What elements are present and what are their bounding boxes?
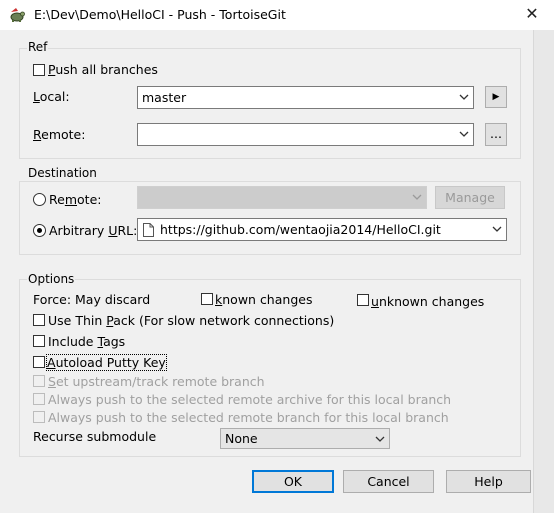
chevron-down-icon	[492, 226, 502, 232]
destination-remote-combo[interactable]	[137, 186, 427, 209]
chevron-down-icon	[459, 94, 469, 100]
unknown-changes-label[interactable]: unknown changes	[371, 294, 484, 309]
remote-browse-button[interactable]: ...	[485, 123, 507, 146]
push-all-branches-label[interactable]: Push all branches	[48, 62, 158, 77]
push-all-branches-checkbox[interactable]	[33, 64, 45, 76]
document-icon	[143, 223, 154, 237]
include-tags-label[interactable]: Include Tags	[48, 334, 125, 349]
known-changes-label[interactable]: known changes	[215, 292, 312, 307]
autoload-putty-key-checkbox[interactable]	[33, 356, 45, 368]
recurse-submodule-combo[interactable]: None	[220, 428, 390, 449]
set-upstream-checkbox[interactable]	[33, 375, 45, 387]
background-window-edge	[533, 30, 554, 513]
push-all-branches-label-rest: ush all branches	[55, 62, 158, 77]
always-push-archive-checkbox[interactable]	[33, 393, 45, 405]
unknown-changes-checkbox[interactable]	[357, 294, 369, 306]
destination-group-label: Destination	[27, 166, 98, 180]
ok-button[interactable]: OK	[252, 470, 334, 493]
arbitrary-url-radio[interactable]	[33, 224, 46, 237]
tortoisegit-icon	[10, 8, 25, 22]
remote-label: Remote:	[33, 127, 86, 142]
local-branch-value: master	[142, 90, 187, 105]
help-button[interactable]: Help	[446, 470, 531, 493]
chevron-down-icon	[459, 131, 469, 137]
remote-radio[interactable]	[33, 193, 46, 206]
arbitrary-url-combo[interactable]: https://github.com/wentaojia2014/HelloCI…	[137, 218, 507, 241]
cancel-button[interactable]: Cancel	[343, 470, 434, 493]
radio-selected-dot	[37, 228, 42, 233]
known-changes-checkbox[interactable]	[201, 293, 213, 305]
force-label: Force: May discard	[33, 292, 151, 307]
remote-branch-combo[interactable]	[137, 123, 474, 146]
title-bar[interactable]: E:\Dev\Demo\HelloCI - Push - TortoiseGit…	[0, 0, 554, 30]
manage-button[interactable]: Manage	[435, 186, 505, 209]
autoload-putty-key-label[interactable]: Autoload Putty Key	[46, 354, 167, 371]
local-browse-button[interactable]: ▶	[485, 86, 507, 108]
arbitrary-url-label[interactable]: Arbitrary URL:	[49, 223, 137, 238]
recurse-submodule-label: Recurse submodule	[33, 429, 157, 444]
use-thin-pack-checkbox[interactable]	[33, 314, 45, 326]
recurse-submodule-value: None	[225, 431, 258, 446]
local-label: Local:	[33, 89, 70, 104]
always-push-archive-label[interactable]: Always push to the selected remote archi…	[48, 392, 451, 407]
close-icon[interactable]: ✕	[520, 4, 544, 24]
remote-radio-label[interactable]: Remote:	[49, 192, 101, 207]
always-push-branch-checkbox[interactable]	[33, 411, 45, 423]
set-upstream-label[interactable]: Set upstream/track remote branch	[48, 374, 265, 389]
options-group-label: Options	[27, 272, 76, 286]
local-branch-combo[interactable]: master	[137, 86, 474, 109]
chevron-down-icon	[375, 436, 385, 442]
chevron-down-icon	[412, 194, 422, 200]
include-tags-checkbox[interactable]	[33, 335, 45, 347]
use-thin-pack-label[interactable]: Use Thin Pack (For slow network connecti…	[48, 313, 334, 328]
arbitrary-url-value: https://github.com/wentaojia2014/HelloCI…	[160, 222, 441, 237]
window-title: E:\Dev\Demo\HelloCI - Push - TortoiseGit	[34, 7, 286, 22]
always-push-branch-label[interactable]: Always push to the selected remote branc…	[48, 410, 449, 425]
ref-group-label: Ref	[27, 40, 49, 54]
